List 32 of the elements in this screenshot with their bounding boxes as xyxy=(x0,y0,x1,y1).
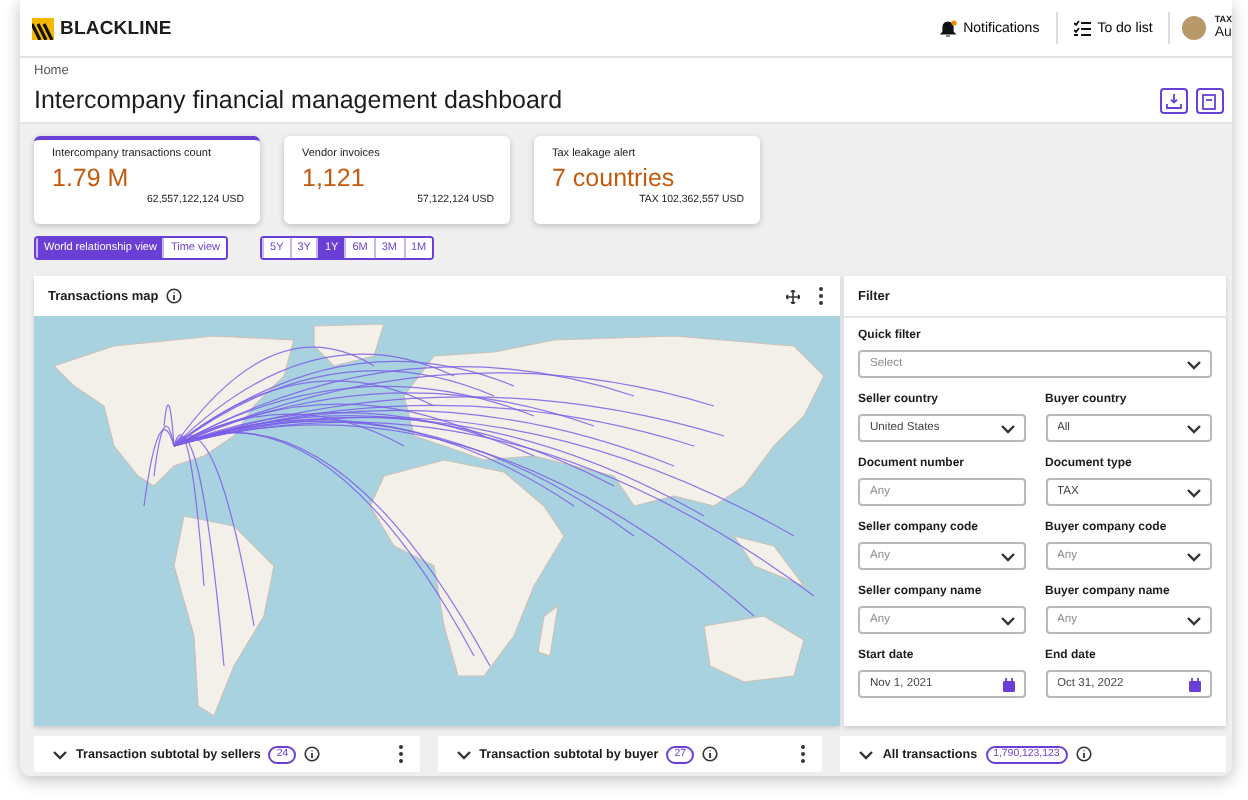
kpi-value: 1,121 xyxy=(302,164,367,192)
blackline-logo-icon xyxy=(32,17,54,39)
chevron-down-icon xyxy=(1186,614,1202,628)
page-title: Intercompany financial management dashboard xyxy=(34,86,565,114)
checklist-icon xyxy=(1073,19,1092,37)
info-icon xyxy=(166,288,183,304)
kpi-value: 1.79 M xyxy=(52,164,131,192)
share-button[interactable] xyxy=(1196,88,1224,114)
chevron-down-icon xyxy=(858,747,875,761)
info-icon xyxy=(702,746,719,762)
chevron-down-icon xyxy=(1186,550,1202,564)
chevron-down-icon xyxy=(999,614,1015,628)
chevron-down-icon xyxy=(455,747,472,761)
chevron-down-icon xyxy=(999,422,1015,436)
document-icon xyxy=(1202,93,1218,109)
download-button[interactable] xyxy=(1160,88,1188,114)
brand-name: BLACKLINE xyxy=(60,17,172,39)
bell-icon xyxy=(939,19,958,37)
info-icon xyxy=(304,746,321,762)
info-icon xyxy=(1075,746,1092,762)
download-icon xyxy=(1166,93,1182,109)
chevron-down-icon xyxy=(52,747,68,761)
chevron-down-icon xyxy=(1186,422,1202,436)
chevron-down-icon xyxy=(1186,486,1202,500)
kpi-value: 7 countries xyxy=(552,164,677,192)
user-avatar[interactable] xyxy=(1182,16,1207,40)
calendar-icon xyxy=(1001,678,1015,692)
move-icon xyxy=(786,289,800,303)
more-options-icon xyxy=(818,286,824,306)
chevron-down-icon xyxy=(999,550,1015,564)
chevron-down-icon xyxy=(1186,358,1202,372)
calendar-icon xyxy=(1188,678,1202,692)
